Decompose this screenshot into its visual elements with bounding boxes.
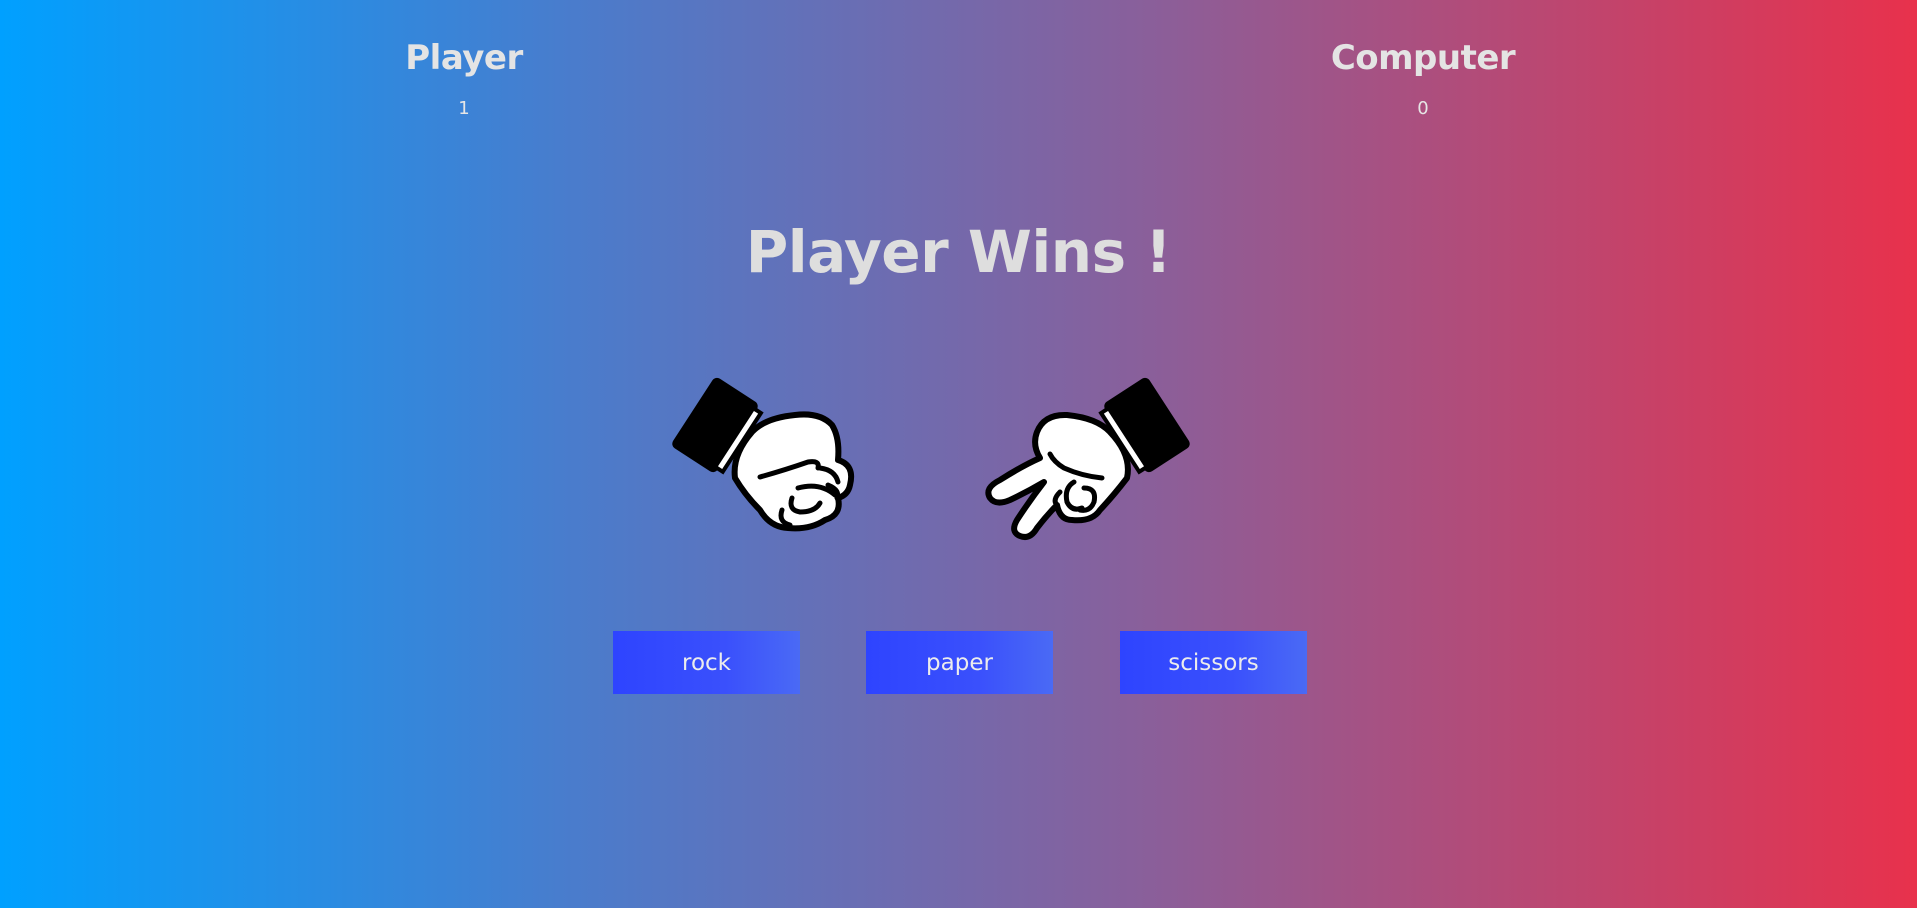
rock-button[interactable]: rock [613, 631, 800, 694]
rock-fist-icon [672, 377, 855, 532]
scissors-button[interactable]: scissors [1120, 631, 1307, 694]
computer-score-value: 0 [1417, 98, 1429, 119]
computer-score-panel: Computer 0 [1273, 38, 1573, 119]
choice-controls: rock paper scissors [613, 631, 1313, 694]
computer-label: Computer [1330, 38, 1516, 78]
player-score-panel: Player 1 [314, 38, 614, 119]
result-message: Player Wins ! [745, 218, 1172, 286]
hands-display [660, 370, 1260, 570]
player-label: Player [405, 38, 523, 78]
player-score-value: 1 [458, 98, 470, 119]
paper-button[interactable]: paper [866, 631, 1053, 694]
scissors-hand-icon [985, 377, 1190, 540]
